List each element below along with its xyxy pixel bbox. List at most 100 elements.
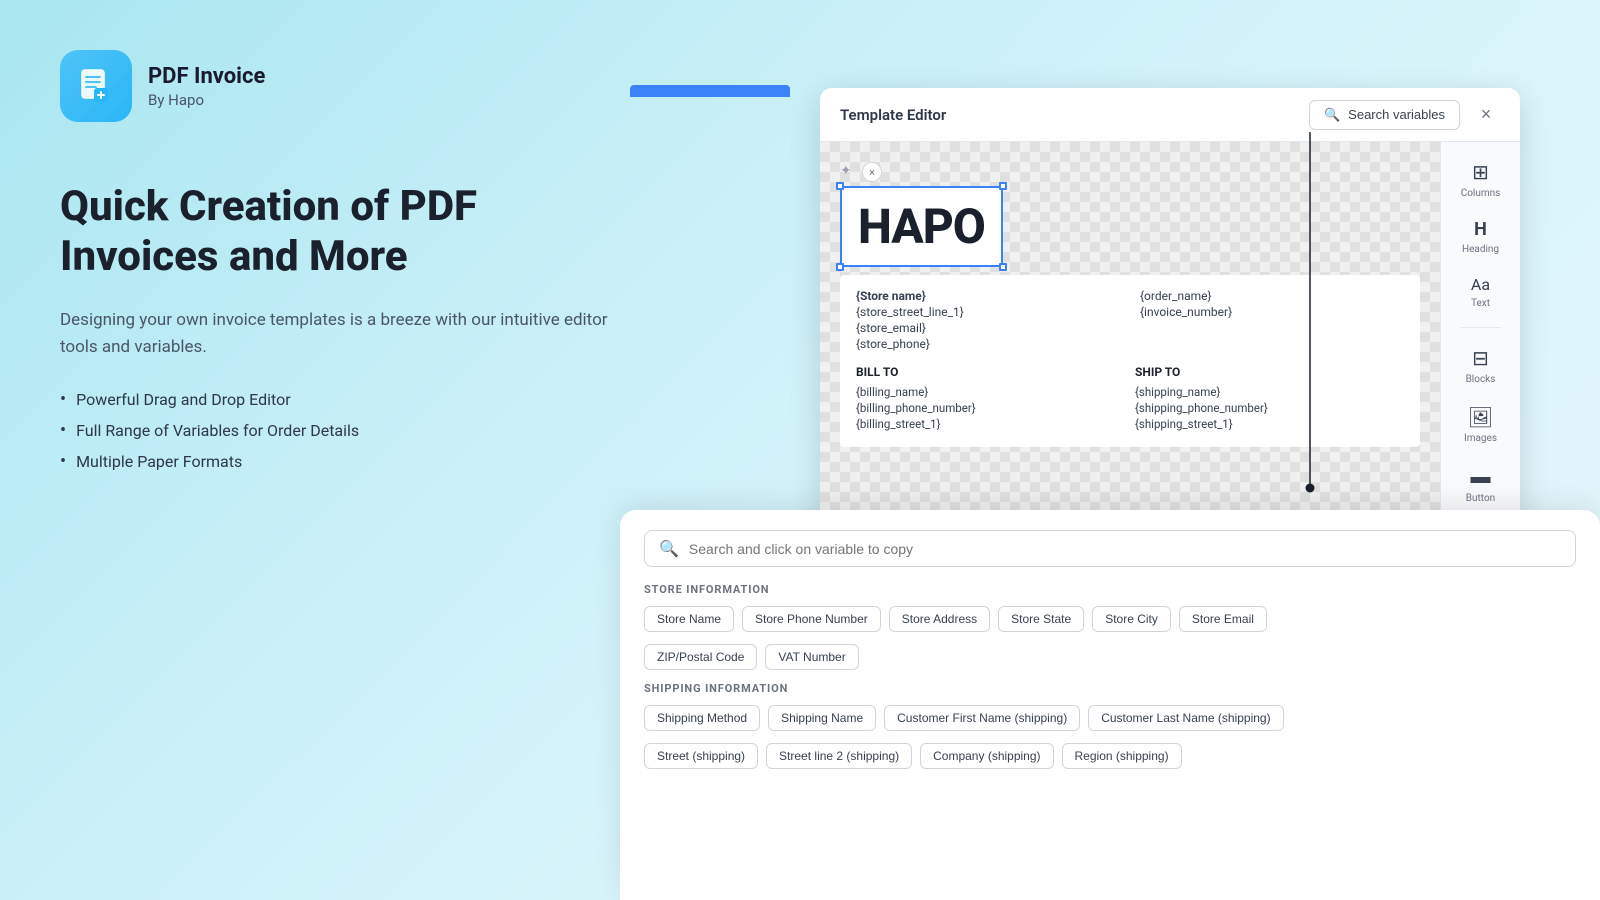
shipping-tags-row: Shipping Method Shipping Name Customer F… — [644, 705, 1576, 731]
editor-window: Template Editor 🔍 Search variables × ✦ × — [820, 88, 1520, 548]
tag-store-state[interactable]: Store State — [998, 606, 1084, 632]
delete-block-button[interactable]: × — [862, 162, 882, 182]
app-title-block: PDF Invoice By Hapo — [148, 64, 265, 109]
tag-shipping-method[interactable]: Shipping Method — [644, 705, 760, 731]
feature-list: Powerful Drag and Drop Editor Full Range… — [60, 389, 620, 472]
sidebar-item-images-1[interactable]: 🖼 Images — [1447, 397, 1515, 452]
editor-title: Template Editor — [840, 106, 946, 124]
ship-to-heading: SHIP TO — [1135, 365, 1404, 379]
tag-store-address[interactable]: Store Address — [889, 606, 990, 632]
tag-vat[interactable]: VAT Number — [765, 644, 858, 670]
search-variables-label: Search variables — [1348, 107, 1445, 122]
variable-search-bar[interactable]: 🔍 — [644, 530, 1576, 567]
store-tags-row-2: ZIP/Postal Code VAT Number — [644, 644, 1576, 670]
var-empty2 — [1140, 337, 1404, 351]
tag-customer-last-name[interactable]: Customer Last Name (shipping) — [1088, 705, 1283, 731]
sidebar-item-heading[interactable]: H Heading — [1447, 211, 1515, 263]
tag-company-shipping[interactable]: Company (shipping) — [920, 743, 1053, 769]
invoice-bill-ship: BILL TO {billing_name} {billing_phone_nu… — [856, 365, 1404, 433]
variable-search-input[interactable] — [689, 541, 1561, 557]
blue-accent-bar — [630, 85, 790, 97]
heading-icon: H — [1474, 219, 1487, 240]
handle-bottom-right[interactable] — [999, 263, 1007, 271]
images-icon-1: 🖼 — [1468, 405, 1493, 429]
ship-street: {shipping_street_1} — [1135, 417, 1404, 431]
tag-customer-first-name[interactable]: Customer First Name (shipping) — [884, 705, 1080, 731]
blocks-label: Blocks — [1466, 374, 1496, 385]
columns-label: Columns — [1461, 188, 1501, 199]
tag-store-phone[interactable]: Store Phone Number — [742, 606, 881, 632]
sidebar-item-columns[interactable]: ⊞ Columns — [1447, 152, 1515, 207]
handle-bottom-left[interactable] — [836, 263, 844, 271]
app-icon — [60, 50, 132, 122]
ship-to-section: SHIP TO {shipping_name} {shipping_phone_… — [1135, 365, 1404, 433]
logo-text: HAPO — [858, 198, 985, 255]
bill-name: {billing_name} — [856, 385, 1125, 399]
variables-panel: 🔍 STORE INFORMATION Store Name Store Pho… — [620, 510, 1600, 900]
var-phone: {store_phone} — [856, 337, 1120, 351]
search-var-icon: 🔍 — [659, 539, 679, 558]
feature-item-1: Powerful Drag and Drop Editor — [60, 389, 620, 410]
feature-item-3: Multiple Paper Formats — [60, 451, 620, 472]
blocks-icon: ⊟ — [1472, 346, 1489, 370]
tag-region-shipping[interactable]: Region (shipping) — [1062, 743, 1182, 769]
editor-header: Template Editor 🔍 Search variables × — [820, 88, 1520, 142]
tag-shipping-name[interactable]: Shipping Name — [768, 705, 876, 731]
editor-body: ✦ × HAPO — [820, 142, 1520, 548]
tag-store-name[interactable]: Store Name — [644, 606, 734, 632]
bill-to-section: BILL TO {billing_name} {billing_phone_nu… — [856, 365, 1125, 433]
text-label: Text — [1471, 298, 1490, 309]
invoice-content: {Store name} {order_name} {store_street_… — [840, 275, 1420, 447]
tag-store-email[interactable]: Store Email — [1179, 606, 1267, 632]
logo-container: ✦ × HAPO — [840, 162, 1420, 267]
invoice-variables: {Store name} {order_name} {store_street_… — [856, 289, 1404, 351]
hero-heading: Quick Creation of PDF Invoices and More — [60, 182, 620, 283]
feature-item-2: Full Range of Variables for Order Detail… — [60, 420, 620, 441]
var-email: {store_email} — [856, 321, 1120, 335]
app-name: PDF Invoice — [148, 64, 265, 89]
store-tags-row: Store Name Store Phone Number Store Addr… — [644, 606, 1576, 632]
block-controls: ✦ × — [840, 162, 1420, 182]
bill-to-heading: BILL TO — [856, 365, 1125, 379]
heading-label: Heading — [1462, 244, 1499, 255]
bill-street: {billing_street_1} — [856, 417, 1125, 431]
tag-store-city[interactable]: Store City — [1092, 606, 1171, 632]
editor-canvas: ✦ × HAPO — [820, 142, 1440, 548]
var-street: {store_street_line_1} — [856, 305, 1120, 319]
shipping-tags-row-2: Street (shipping) Street line 2 (shippin… — [644, 743, 1576, 769]
hero-description: Designing your own invoice templates is … — [60, 307, 620, 361]
images-label-1: Images — [1464, 433, 1497, 444]
logo-block[interactable]: HAPO — [840, 186, 1003, 267]
editor-sidebar: ⊞ Columns H Heading Aa Text ⊟ Blocks — [1440, 142, 1520, 548]
var-empty1 — [1140, 321, 1404, 335]
tag-street-shipping[interactable]: Street (shipping) — [644, 743, 758, 769]
tag-street-line2[interactable]: Street line 2 (shipping) — [766, 743, 912, 769]
button-label: Button — [1466, 493, 1495, 504]
move-icon[interactable]: ✦ — [840, 163, 858, 181]
store-info-label: STORE INFORMATION — [644, 583, 1576, 596]
ship-phone: {shipping_phone_number} — [1135, 401, 1404, 415]
columns-icon: ⊞ — [1472, 160, 1489, 184]
var-order-name: {order_name} — [1140, 289, 1404, 303]
search-variables-button[interactable]: 🔍 Search variables — [1309, 100, 1460, 130]
handle-top-left[interactable] — [836, 182, 844, 190]
shipping-info-label: SHIPPING INFORMATION — [644, 682, 1576, 695]
sidebar-item-blocks[interactable]: ⊟ Blocks — [1447, 338, 1515, 393]
sidebar-items: ⊞ Columns H Heading Aa Text ⊟ Blocks — [1441, 152, 1520, 548]
tag-zip[interactable]: ZIP/Postal Code — [644, 644, 757, 670]
button-icon: ▬ — [1471, 464, 1491, 489]
app-header: PDF Invoice By Hapo — [60, 50, 620, 122]
var-store-name: {Store name} — [856, 289, 1120, 303]
bill-phone: {billing_phone_number} — [856, 401, 1125, 415]
sidebar-divider-1 — [1461, 327, 1501, 328]
app-icon-svg — [76, 66, 116, 106]
search-icon: 🔍 — [1324, 107, 1340, 123]
close-button[interactable]: × — [1472, 101, 1500, 129]
ship-name: {shipping_name} — [1135, 385, 1404, 399]
var-invoice: {invoice_number} — [1140, 305, 1404, 319]
app-subtitle: By Hapo — [148, 91, 265, 109]
sidebar-item-text[interactable]: Aa Text — [1447, 267, 1515, 317]
text-icon: Aa — [1471, 275, 1490, 294]
handle-top-right[interactable] — [999, 182, 1007, 190]
sidebar-item-button[interactable]: ▬ Button — [1447, 456, 1515, 512]
